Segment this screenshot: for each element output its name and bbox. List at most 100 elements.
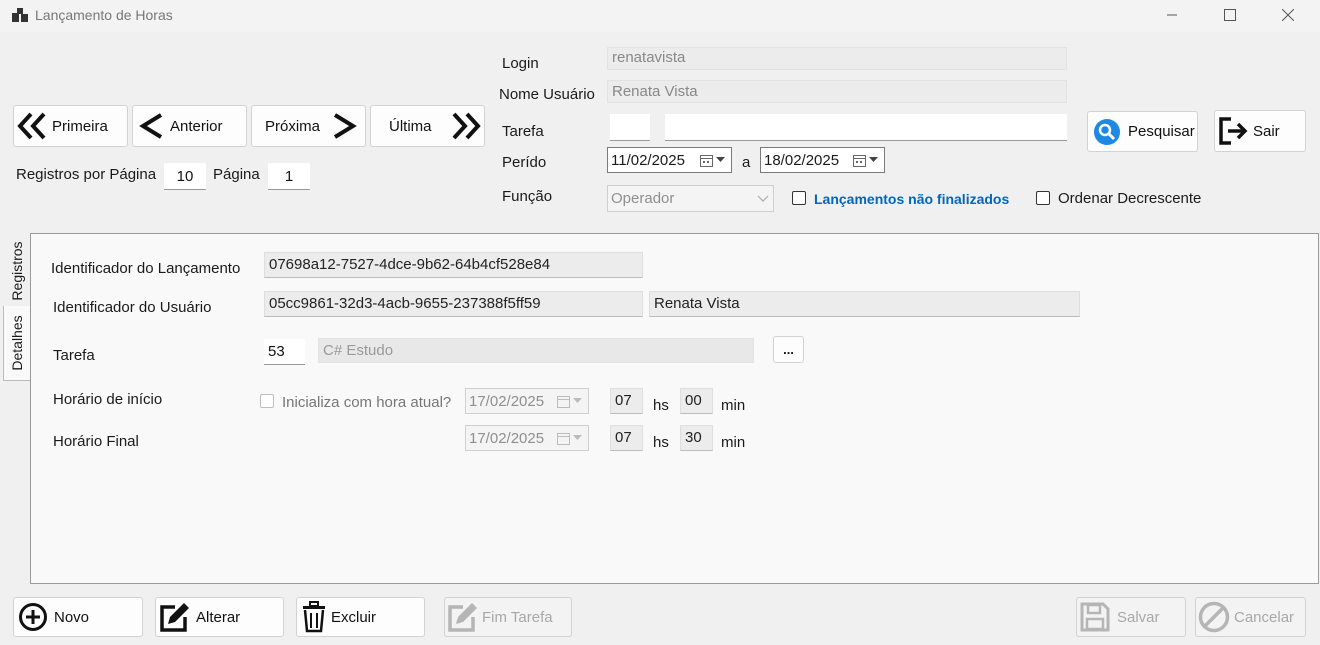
tab-details[interactable]: Detalhes	[3, 306, 30, 381]
tab-details-label: Detalhes	[9, 315, 25, 371]
period-to-value: 18/02/2025	[764, 151, 840, 169]
start-date-value: 17/02/2025	[469, 392, 545, 410]
next-page-label: Próxima	[265, 117, 321, 135]
plus-circle-icon	[19, 603, 47, 631]
unfinished-checkbox[interactable]	[792, 191, 806, 205]
chevron-down-icon	[757, 195, 769, 203]
task-code-input[interactable]	[610, 114, 650, 141]
end-hour-field[interactable]: 07	[610, 425, 643, 451]
maximize-button[interactable]	[1208, 2, 1252, 28]
start-time-label: Horário de início	[53, 391, 163, 408]
details-panel	[30, 233, 1319, 584]
per-page-label: Registros por Página	[16, 166, 157, 183]
desc-order-label[interactable]: Ordenar Decrescente	[1058, 190, 1201, 207]
start-min-field[interactable]: 00	[680, 388, 713, 414]
start-now-checkbox[interactable]	[260, 394, 274, 408]
edit-label: Alterar	[196, 608, 241, 626]
start-hs-label: hs	[653, 397, 669, 414]
tab-records-label: Registros	[8, 241, 25, 301]
login-field: renatavista	[607, 47, 1067, 70]
edit-icon	[160, 603, 189, 632]
last-page-label: Última	[389, 117, 432, 135]
cancel-button[interactable]: Cancelar	[1195, 597, 1306, 637]
task-code-field[interactable]	[264, 339, 305, 365]
period-to-picker[interactable]: 18/02/2025	[760, 147, 885, 173]
new-button[interactable]: Novo	[13, 597, 143, 637]
minimize-button[interactable]	[1150, 2, 1194, 28]
previous-page-button[interactable]: Anterior	[132, 105, 247, 147]
edit-icon	[448, 603, 477, 632]
function-label: Função	[502, 188, 553, 205]
page-input[interactable]	[268, 163, 310, 190]
app-icon	[12, 8, 28, 22]
edit-button[interactable]: Alterar	[155, 597, 284, 637]
end-date-value: 17/02/2025	[469, 429, 545, 447]
next-page-button[interactable]: Próxima	[251, 105, 366, 147]
last-page-button[interactable]: Última	[370, 105, 485, 147]
unfinished-label[interactable]: Lançamentos não finalizados	[814, 191, 1009, 207]
period-from-value: 11/02/2025	[611, 151, 685, 169]
task-name-field: C# Estudo	[318, 338, 754, 363]
save-button[interactable]: Salvar	[1076, 597, 1186, 637]
user-name-detail-field: Renata Vista	[649, 291, 1080, 317]
per-page-input[interactable]	[164, 163, 206, 190]
entry-id-label: Identificador do Lançamento	[51, 260, 241, 277]
delete-label: Excluir	[331, 608, 377, 626]
end-min-label: min	[721, 434, 746, 451]
first-page-button[interactable]: Primeira	[13, 105, 128, 147]
calendar-dropdown-icon	[853, 154, 878, 167]
cancel-label: Cancelar	[1234, 608, 1295, 626]
task-detail-label: Tarefa	[53, 347, 95, 364]
end-date-picker[interactable]: 17/02/2025	[465, 425, 589, 451]
save-icon	[1080, 602, 1110, 632]
user-id-field: 05cc9861-32d3-4acb-9655-237388f5ff59	[264, 291, 643, 317]
start-now-label: Inicializa com hora atual?	[282, 394, 452, 411]
minimize-icon	[1167, 14, 1177, 16]
start-hour-field[interactable]: 07	[610, 388, 643, 414]
maximize-icon	[1224, 9, 1236, 21]
task-filter-label: Tarefa	[502, 123, 544, 140]
exit-button[interactable]: Sair	[1214, 110, 1306, 152]
save-label: Salvar	[1117, 608, 1160, 626]
finish-task-button[interactable]: Fim Tarefa	[444, 597, 572, 637]
trash-icon	[303, 601, 325, 633]
desc-order-checkbox[interactable]	[1036, 191, 1050, 205]
search-label: Pesquisar	[1128, 123, 1195, 140]
cancel-icon	[1198, 601, 1230, 633]
title-bar	[0, 0, 1320, 32]
chevron-right-icon	[333, 113, 357, 139]
double-chevron-right-icon	[452, 112, 481, 140]
page-label: Página	[213, 166, 260, 183]
login-label: Login	[502, 55, 539, 72]
period-separator: a	[742, 154, 751, 171]
task-browse-button[interactable]: ...	[773, 336, 804, 363]
first-page-label: Primeira	[52, 117, 108, 135]
task-browse-label: ...	[783, 342, 794, 357]
user-id-label: Identificador do Usuário	[53, 299, 212, 316]
task-name-input[interactable]	[665, 114, 1067, 141]
new-label: Novo	[54, 608, 90, 626]
calendar-dropdown-icon	[557, 432, 582, 445]
function-select[interactable]: Operador	[607, 185, 774, 212]
exit-icon	[1219, 117, 1248, 145]
period-from-picker[interactable]: 11/02/2025	[607, 147, 732, 173]
end-time-label: Horário Final	[53, 433, 139, 450]
function-value: Operador	[611, 190, 675, 207]
user-name-field: Renata Vista	[607, 80, 1067, 103]
calendar-dropdown-icon	[700, 154, 725, 167]
search-button[interactable]: Pesquisar	[1087, 111, 1198, 152]
end-min-field[interactable]: 30	[680, 425, 713, 451]
tab-records[interactable]: Registros	[3, 236, 30, 306]
close-button[interactable]	[1266, 2, 1310, 28]
double-chevron-left-icon	[17, 112, 46, 140]
delete-button[interactable]: Excluir	[296, 597, 425, 637]
period-label: Perído	[502, 154, 547, 171]
previous-page-label: Anterior	[170, 117, 223, 135]
start-date-picker[interactable]: 17/02/2025	[465, 388, 589, 414]
close-icon	[1282, 9, 1294, 21]
search-icon	[1094, 118, 1120, 145]
finish-task-label: Fim Tarefa	[482, 608, 553, 626]
entry-id-field: 07698a12-7527-4dce-9b62-64b4cf528e84	[264, 252, 643, 278]
window-title: Lançamento de Horas	[35, 7, 173, 23]
calendar-dropdown-icon	[557, 395, 582, 408]
